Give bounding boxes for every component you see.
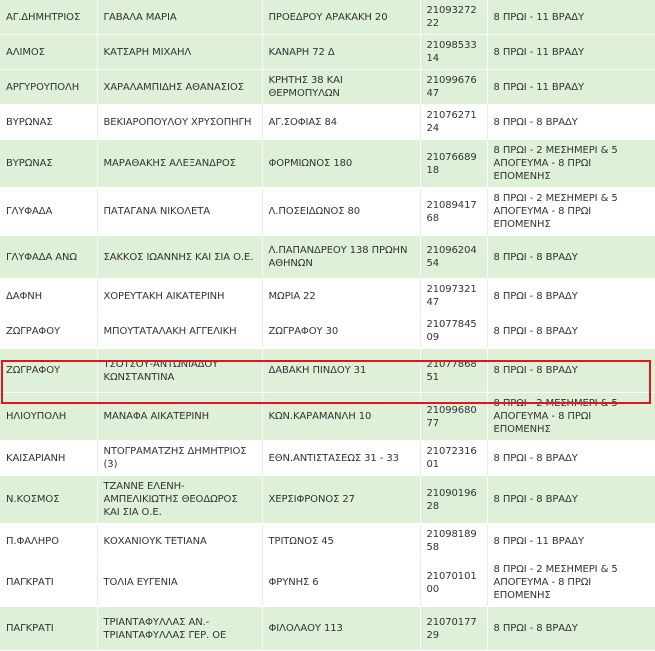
table-row: ΓΛΥΦΑΔΑ ΠΑΤΑΓΑΝΑ ΝΙΚΟΛΕΤΑ Λ.ΠΟΣΕΙΔΩΝΟΣ 8… bbox=[0, 187, 655, 236]
phone-cell: 2107627124 bbox=[420, 104, 488, 140]
pharmacist-cell: ΚΟΧΑΝΙΟΥΚ ΤΕΤΙΑΝΑ bbox=[97, 523, 263, 559]
pharmacist-cell: ΤΡΙΑΝΤΑΦΥΛΛΑΣ ΑΝ.-ΤΡΙΑΝΤΑΦΥΛΛΑΣ ΓΕΡ. ΟΕ bbox=[97, 606, 263, 651]
hours-cell: 8 ΠΡΩΙ - 8 ΒΡΑΔΥ bbox=[487, 104, 655, 140]
phone-cell: 2109853314 bbox=[420, 34, 488, 70]
address-cell: ΦΡΥΝΗΣ 6 bbox=[262, 558, 421, 607]
address-cell: ΚΩΝ.ΚΑΡΑΜΑΝΛΗ 10 bbox=[262, 392, 421, 441]
area-cell: ΓΛΥΦΑΔΑ ΑΝΩ bbox=[0, 235, 98, 279]
pharmacist-cell: ΓΑΒΑΛΑ ΜΑΡΙΑ bbox=[97, 0, 263, 35]
address-cell: ΤΡΙΤΩΝΟΣ 45 bbox=[262, 523, 421, 559]
table-row: Ν.ΚΟΣΜΟΣ ΤΖΑΝΝΕ ΕΛΕΝΗ-ΑΜΠΕΛΙΚΙΩΤΗΣ ΘΕΟΔΩ… bbox=[0, 475, 655, 524]
phone-cell: 2107668918 bbox=[420, 139, 488, 188]
table-row: ΒΥΡΩΝΑΣ ΜΑΡΑΘΑΚΗΣ ΑΛΕΞΑΝΔΡΟΣ ΦΟΡΜΙΩΝΟΣ 1… bbox=[0, 139, 655, 188]
pharmacy-table: ΑΓ.ΔΗΜΗΤΡΙΟΣ ΓΑΒΑΛΑ ΜΑΡΙΑ ΠΡΟΕΔΡΟΥ ΑΡΑΚΑ… bbox=[0, 0, 655, 651]
pharmacist-cell: ΜΑΝΑΦΑ ΑΙΚΑΤΕΡΙΝΗ bbox=[97, 392, 263, 441]
hours-cell: 8 ΠΡΩΙ - 8 ΒΡΑΔΥ bbox=[487, 606, 655, 651]
hours-cell: 8 ΠΡΩΙ - 2 ΜΕΣΗΜΕΡΙ & 5 ΑΠΟΓΕΥΜΑ - 8 ΠΡΩ… bbox=[487, 392, 655, 441]
phone-cell: 2109967647 bbox=[420, 69, 488, 105]
address-cell: ΖΩΓΡΑΦΟΥ 30 bbox=[262, 313, 421, 349]
phone-cell: 2109327222 bbox=[420, 0, 488, 35]
area-cell: ΚΑΙΣΑΡΙΑΝΗ bbox=[0, 440, 98, 476]
table-row: ΠΑΓΚΡΑΤΙ ΤΡΙΑΝΤΑΦΥΛΛΑΣ ΑΝ.-ΤΡΙΑΝΤΑΦΥΛΛΑΣ… bbox=[0, 606, 655, 651]
area-cell: Ν.ΚΟΣΜΟΣ bbox=[0, 475, 98, 524]
phone-cell: 2109732147 bbox=[420, 278, 488, 314]
phone-cell: 2109019628 bbox=[420, 475, 488, 524]
phone-cell: 2107784509 bbox=[420, 313, 488, 349]
table-row: ΑΛΙΜΟΣ ΚΑΤΣΑΡΗ ΜΙΧΑΗΛ ΚΑΝΑΡΗ 72 Δ 210985… bbox=[0, 34, 655, 70]
area-cell: ΑΛΙΜΟΣ bbox=[0, 34, 98, 70]
area-cell: ΑΓ.ΔΗΜΗΤΡΙΟΣ bbox=[0, 0, 98, 35]
hours-cell: 8 ΠΡΩΙ - 2 ΜΕΣΗΜΕΡΙ & 5 ΑΠΟΓΕΥΜΑ - 8 ΠΡΩ… bbox=[487, 139, 655, 188]
area-cell: ΑΡΓΥΡΟΥΠΟΛΗ bbox=[0, 69, 98, 105]
pharmacist-cell: ΜΠΟΥΤΑΤΑΛΑΚΗ ΑΓΓΕΛΙΚΗ bbox=[97, 313, 263, 349]
address-cell: ΜΩΡΙΑ 22 bbox=[262, 278, 421, 314]
hours-cell: 8 ΠΡΩΙ - 8 ΒΡΑΔΥ bbox=[487, 475, 655, 524]
phone-cell: 2109968077 bbox=[420, 392, 488, 441]
pharmacist-cell: ΤΖΑΝΝΕ ΕΛΕΝΗ-ΑΜΠΕΛΙΚΙΩΤΗΣ ΘΕΟΔΩΡΟΣ ΚΑΙ Σ… bbox=[97, 475, 263, 524]
area-cell: ΖΩΓΡΑΦΟΥ bbox=[0, 313, 98, 349]
hours-cell: 8 ΠΡΩΙ - 11 ΒΡΑΔΥ bbox=[487, 523, 655, 559]
pharmacist-cell: ΤΣΟΤΣΟΥ-ΑΝΤΩΝΙΑΔΟΥ ΚΩΝΣΤΑΝΤΙΝΑ bbox=[97, 348, 263, 393]
hours-cell: 8 ΠΡΩΙ - 8 ΒΡΑΔΥ bbox=[487, 348, 655, 393]
table-row: ΒΥΡΩΝΑΣ ΒΕΚΙΑΡΟΠΟΥΛΟΥ ΧΡΥΣΟΠΗΓΗ ΑΓ.ΣΟΦΙΑ… bbox=[0, 104, 655, 140]
area-cell: ΠΑΓΚΡΑΤΙ bbox=[0, 558, 98, 607]
area-cell: ΒΥΡΩΝΑΣ bbox=[0, 139, 98, 188]
phone-cell: 2107017729 bbox=[420, 606, 488, 651]
area-cell: ΔΑΦΝΗ bbox=[0, 278, 98, 314]
pharmacist-cell: ΧΟΡΕΥΤΑΚΗ ΑΙΚΑΤΕΡΙΝΗ bbox=[97, 278, 263, 314]
phone-cell: 2107786851 bbox=[420, 348, 488, 393]
table-row: Π.ΦΑΛΗΡΟ ΚΟΧΑΝΙΟΥΚ ΤΕΤΙΑΝΑ ΤΡΙΤΩΝΟΣ 45 2… bbox=[0, 523, 655, 559]
address-cell: Λ.ΠΟΣΕΙΔΩΝΟΣ 80 bbox=[262, 187, 421, 236]
hours-cell: 8 ΠΡΩΙ - 11 ΒΡΑΔΥ bbox=[487, 69, 655, 105]
table-row: ΖΩΓΡΑΦΟΥ ΤΣΟΤΣΟΥ-ΑΝΤΩΝΙΑΔΟΥ ΚΩΝΣΤΑΝΤΙΝΑ … bbox=[0, 348, 655, 393]
pharmacist-cell: ΧΑΡΑΛΑΜΠΙΔΗΣ ΑΘΑΝΑΣΙΟΣ bbox=[97, 69, 263, 105]
area-cell: ΓΛΥΦΑΔΑ bbox=[0, 187, 98, 236]
address-cell: ΑΓ.ΣΟΦΙΑΣ 84 bbox=[262, 104, 421, 140]
pharmacist-cell: ΚΑΤΣΑΡΗ ΜΙΧΑΗΛ bbox=[97, 34, 263, 70]
table-row: ΑΡΓΥΡΟΥΠΟΛΗ ΧΑΡΑΛΑΜΠΙΔΗΣ ΑΘΑΝΑΣΙΟΣ ΚΡΗΤΗ… bbox=[0, 69, 655, 105]
hours-cell: 8 ΠΡΩΙ - 8 ΒΡΑΔΥ bbox=[487, 278, 655, 314]
phone-cell: 2108941768 bbox=[420, 187, 488, 236]
pharmacist-cell: ΝΤΟΓΡΑΜΑΤΖΗΣ ΔΗΜΗΤΡΙΟΣ (3) bbox=[97, 440, 263, 476]
pharmacist-cell: ΒΕΚΙΑΡΟΠΟΥΛΟΥ ΧΡΥΣΟΠΗΓΗ bbox=[97, 104, 263, 140]
phone-cell: 2109818958 bbox=[420, 523, 488, 559]
address-cell: ΠΡΟΕΔΡΟΥ ΑΡΑΚΑΚΗ 20 bbox=[262, 0, 421, 35]
address-cell: ΔΑΒΑΚΗ ΠΙΝΔΟΥ 31 bbox=[262, 348, 421, 393]
address-cell: ΚΡΗΤΗΣ 38 ΚΑΙ ΘΕΡΜΟΠΥΛΩΝ bbox=[262, 69, 421, 105]
hours-cell: 8 ΠΡΩΙ - 2 ΜΕΣΗΜΕΡΙ & 5 ΑΠΟΓΕΥΜΑ - 8 ΠΡΩ… bbox=[487, 558, 655, 607]
pharmacist-cell: ΤΟΛΙΑ ΕΥΓΕΝΙΑ bbox=[97, 558, 263, 607]
address-cell: ΕΘΝ.ΑΝΤΙΣΤΑΣΕΩΣ 31 - 33 bbox=[262, 440, 421, 476]
area-cell: ΠΑΓΚΡΑΤΙ bbox=[0, 606, 98, 651]
address-cell: ΚΑΝΑΡΗ 72 Δ bbox=[262, 34, 421, 70]
phone-cell: 2107231601 bbox=[420, 440, 488, 476]
table-row: ΔΑΦΝΗ ΧΟΡΕΥΤΑΚΗ ΑΙΚΑΤΕΡΙΝΗ ΜΩΡΙΑ 22 2109… bbox=[0, 278, 655, 314]
table-row: ΚΑΙΣΑΡΙΑΝΗ ΝΤΟΓΡΑΜΑΤΖΗΣ ΔΗΜΗΤΡΙΟΣ (3) ΕΘ… bbox=[0, 440, 655, 476]
hours-cell: 8 ΠΡΩΙ - 8 ΒΡΑΔΥ bbox=[487, 235, 655, 279]
hours-cell: 8 ΠΡΩΙ - 8 ΒΡΑΔΥ bbox=[487, 313, 655, 349]
area-cell: Π.ΦΑΛΗΡΟ bbox=[0, 523, 98, 559]
table-row: ΑΓ.ΔΗΜΗΤΡΙΟΣ ΓΑΒΑΛΑ ΜΑΡΙΑ ΠΡΟΕΔΡΟΥ ΑΡΑΚΑ… bbox=[0, 0, 655, 35]
address-cell: Λ.ΠΑΠΑΝΔΡΕΟΥ 138 ΠΡΩΗΝ ΑΘΗΝΩΝ bbox=[262, 235, 421, 279]
area-cell: ΗΛΙΟΥΠΟΛΗ bbox=[0, 392, 98, 441]
table-row: ΠΑΓΚΡΑΤΙ ΤΟΛΙΑ ΕΥΓΕΝΙΑ ΦΡΥΝΗΣ 6 21070101… bbox=[0, 558, 655, 607]
table-row: ΖΩΓΡΑΦΟΥ ΜΠΟΥΤΑΤΑΛΑΚΗ ΑΓΓΕΛΙΚΗ ΖΩΓΡΑΦΟΥ … bbox=[0, 313, 655, 349]
pharmacist-cell: ΣΑΚΚΟΣ ΙΩΑΝΝΗΣ ΚΑΙ ΣΙΑ Ο.Ε. bbox=[97, 235, 263, 279]
table-row: ΓΛΥΦΑΔΑ ΑΝΩ ΣΑΚΚΟΣ ΙΩΑΝΝΗΣ ΚΑΙ ΣΙΑ Ο.Ε. … bbox=[0, 235, 655, 279]
address-cell: ΦΟΡΜΙΩΝΟΣ 180 bbox=[262, 139, 421, 188]
area-cell: ΖΩΓΡΑΦΟΥ bbox=[0, 348, 98, 393]
table-row-highlighted: ΗΛΙΟΥΠΟΛΗ ΜΑΝΑΦΑ ΑΙΚΑΤΕΡΙΝΗ ΚΩΝ.ΚΑΡΑΜΑΝΛ… bbox=[0, 392, 655, 441]
pharmacy-list-view: ΑΓ.ΔΗΜΗΤΡΙΟΣ ΓΑΒΑΛΑ ΜΑΡΙΑ ΠΡΟΕΔΡΟΥ ΑΡΑΚΑ… bbox=[0, 0, 655, 651]
phone-cell: 2107010100 bbox=[420, 558, 488, 607]
hours-cell: 8 ΠΡΩΙ - 11 ΒΡΑΔΥ bbox=[487, 34, 655, 70]
pharmacist-cell: ΠΑΤΑΓΑΝΑ ΝΙΚΟΛΕΤΑ bbox=[97, 187, 263, 236]
phone-cell: 2109620454 bbox=[420, 235, 488, 279]
pharmacist-cell: ΜΑΡΑΘΑΚΗΣ ΑΛΕΞΑΝΔΡΟΣ bbox=[97, 139, 263, 188]
area-cell: ΒΥΡΩΝΑΣ bbox=[0, 104, 98, 140]
address-cell: ΧΕΡΣΙΦΡΟΝΟΣ 27 bbox=[262, 475, 421, 524]
hours-cell: 8 ΠΡΩΙ - 2 ΜΕΣΗΜΕΡΙ & 5 ΑΠΟΓΕΥΜΑ - 8 ΠΡΩ… bbox=[487, 187, 655, 236]
address-cell: ΦΙΛΟΛΑΟΥ 113 bbox=[262, 606, 421, 651]
hours-cell: 8 ΠΡΩΙ - 11 ΒΡΑΔΥ bbox=[487, 0, 655, 35]
hours-cell: 8 ΠΡΩΙ - 8 ΒΡΑΔΥ bbox=[487, 440, 655, 476]
